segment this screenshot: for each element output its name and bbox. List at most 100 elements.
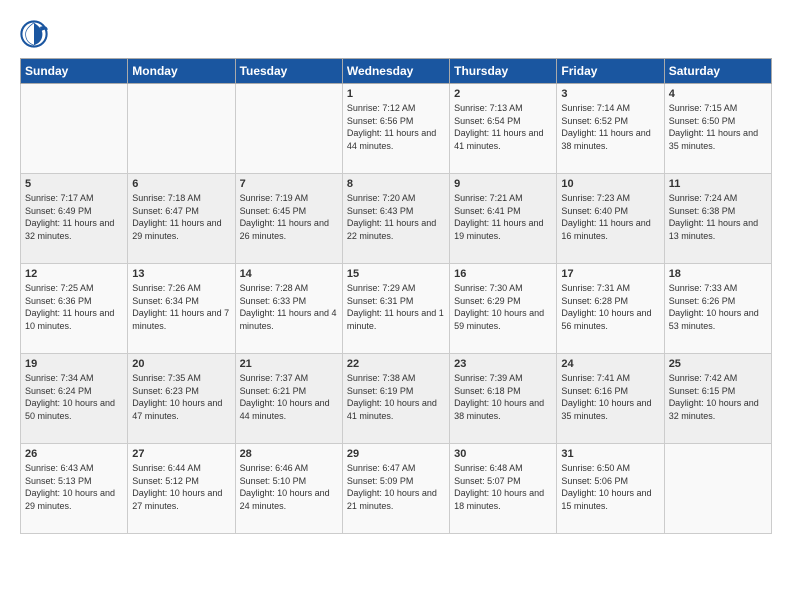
calendar-day-cell: 20 Sunrise: 7:35 AM Sunset: 6:23 PM Dayli… <box>128 354 235 444</box>
calendar-day-cell: 15Sunrise: 7:29 AM Sunset: 6:31 PM Dayli… <box>342 264 449 354</box>
calendar-day-cell: 17 Sunrise: 7:31 AM Sunset: 6:28 PM Dayli… <box>557 264 664 354</box>
calendar-week-row: 12 Sunrise: 7:25 AM Sunset: 6:36 PM Dayli… <box>21 264 772 354</box>
day-info: Sunrise: 7:42 AM Sunset: 6:15 PM Dayligh… <box>669 372 767 422</box>
calendar-day-cell: 23 Sunrise: 7:39 AM Sunset: 6:18 PM Dayli… <box>450 354 557 444</box>
day-number: 6 <box>132 178 230 190</box>
page-header <box>20 20 772 48</box>
day-number: 28 <box>240 448 338 460</box>
day-info: Sunrise: 6:48 AM Sunset: 5:07 PM Dayligh… <box>454 462 552 512</box>
day-number: 19 <box>25 358 123 370</box>
day-info: Sunrise: 6:44 AM Sunset: 5:12 PM Dayligh… <box>132 462 230 512</box>
calendar-week-row: 26Sunrise: 6:43 AM Sunset: 5:13 PM Dayli… <box>21 444 772 534</box>
calendar-day-cell: 18 Sunrise: 7:33 AM Sunset: 6:26 PM Dayli… <box>664 264 771 354</box>
day-number: 10 <box>561 178 659 190</box>
day-info: Sunrise: 7:37 AM Sunset: 6:21 PM Dayligh… <box>240 372 338 422</box>
calendar-day-cell: 31 Sunrise: 6:50 AM Sunset: 5:06 PM Dayli… <box>557 444 664 534</box>
day-info: Sunrise: 7:13 AM Sunset: 6:54 PM Dayligh… <box>454 102 552 152</box>
day-info: Sunrise: 7:23 AM Sunset: 6:40 PM Dayligh… <box>561 192 659 242</box>
calendar-day-cell: 26Sunrise: 6:43 AM Sunset: 5:13 PM Dayli… <box>21 444 128 534</box>
day-number: 27 <box>132 448 230 460</box>
calendar-day-cell: 24 Sunrise: 7:41 AM Sunset: 6:16 PM Dayli… <box>557 354 664 444</box>
day-number: 20 <box>132 358 230 370</box>
day-info: Sunrise: 7:28 AM Sunset: 6:33 PM Dayligh… <box>240 282 338 332</box>
calendar-day-cell <box>21 84 128 174</box>
calendar-day-cell: 6 Sunrise: 7:18 AM Sunset: 6:47 PM Daylig… <box>128 174 235 264</box>
logo <box>20 20 52 48</box>
calendar-day-cell: 28 Sunrise: 6:46 AM Sunset: 5:10 PM Dayli… <box>235 444 342 534</box>
day-number: 16 <box>454 268 552 280</box>
day-info: Sunrise: 7:30 AM Sunset: 6:29 PM Dayligh… <box>454 282 552 332</box>
day-info: Sunrise: 6:46 AM Sunset: 5:10 PM Dayligh… <box>240 462 338 512</box>
calendar-day-cell: 22 Sunrise: 7:38 AM Sunset: 6:19 PM Dayli… <box>342 354 449 444</box>
calendar-day-cell <box>128 84 235 174</box>
day-info: Sunrise: 7:35 AM Sunset: 6:23 PM Dayligh… <box>132 372 230 422</box>
day-number: 17 <box>561 268 659 280</box>
day-number: 24 <box>561 358 659 370</box>
calendar-day-cell: 10 Sunrise: 7:23 AM Sunset: 6:40 PM Dayli… <box>557 174 664 264</box>
calendar-table: SundayMondayTuesdayWednesdayThursdayFrid… <box>20 58 772 534</box>
day-number: 7 <box>240 178 338 190</box>
day-number: 18 <box>669 268 767 280</box>
day-info: Sunrise: 7:20 AM Sunset: 6:43 PM Dayligh… <box>347 192 445 242</box>
day-number: 22 <box>347 358 445 370</box>
calendar-day-cell: 7 Sunrise: 7:19 AM Sunset: 6:45 PM Daylig… <box>235 174 342 264</box>
day-number: 14 <box>240 268 338 280</box>
calendar-day-cell <box>235 84 342 174</box>
day-number: 5 <box>25 178 123 190</box>
calendar-week-row: 19 Sunrise: 7:34 AM Sunset: 6:24 PM Dayli… <box>21 354 772 444</box>
calendar-day-cell: 30 Sunrise: 6:48 AM Sunset: 5:07 PM Dayli… <box>450 444 557 534</box>
calendar-day-cell: 2 Sunrise: 7:13 AM Sunset: 6:54 PM Daylig… <box>450 84 557 174</box>
day-number: 12 <box>25 268 123 280</box>
day-info: Sunrise: 7:41 AM Sunset: 6:16 PM Dayligh… <box>561 372 659 422</box>
day-number: 25 <box>669 358 767 370</box>
calendar-day-cell: 3Sunrise: 7:14 AM Sunset: 6:52 PM Daylig… <box>557 84 664 174</box>
calendar-week-row: 1 Sunrise: 7:12 AM Sunset: 6:56 PM Daylig… <box>21 84 772 174</box>
calendar-day-cell: 29Sunrise: 6:47 AM Sunset: 5:09 PM Dayli… <box>342 444 449 534</box>
calendar-day-cell: 4 Sunrise: 7:15 AM Sunset: 6:50 PM Daylig… <box>664 84 771 174</box>
day-number: 13 <box>132 268 230 280</box>
weekday-header: Saturday <box>664 59 771 84</box>
calendar-week-row: 5 Sunrise: 7:17 AM Sunset: 6:49 PM Daylig… <box>21 174 772 264</box>
day-number: 1 <box>347 88 445 100</box>
day-number: 8 <box>347 178 445 190</box>
weekday-header: Monday <box>128 59 235 84</box>
day-number: 31 <box>561 448 659 460</box>
day-info: Sunrise: 7:19 AM Sunset: 6:45 PM Dayligh… <box>240 192 338 242</box>
day-info: Sunrise: 7:25 AM Sunset: 6:36 PM Dayligh… <box>25 282 123 332</box>
logo-icon <box>20 20 48 48</box>
day-info: Sunrise: 7:39 AM Sunset: 6:18 PM Dayligh… <box>454 372 552 422</box>
day-number: 23 <box>454 358 552 370</box>
calendar-day-cell: 13 Sunrise: 7:26 AM Sunset: 6:34 PM Dayli… <box>128 264 235 354</box>
day-info: Sunrise: 7:15 AM Sunset: 6:50 PM Dayligh… <box>669 102 767 152</box>
day-number: 4 <box>669 88 767 100</box>
day-number: 3 <box>561 88 659 100</box>
day-info: Sunrise: 7:12 AM Sunset: 6:56 PM Dayligh… <box>347 102 445 152</box>
weekday-header: Friday <box>557 59 664 84</box>
calendar-day-cell: 8 Sunrise: 7:20 AM Sunset: 6:43 PM Daylig… <box>342 174 449 264</box>
day-number: 30 <box>454 448 552 460</box>
day-info: Sunrise: 7:26 AM Sunset: 6:34 PM Dayligh… <box>132 282 230 332</box>
calendar-day-cell: 16 Sunrise: 7:30 AM Sunset: 6:29 PM Dayli… <box>450 264 557 354</box>
weekday-header: Thursday <box>450 59 557 84</box>
day-info: Sunrise: 7:34 AM Sunset: 6:24 PM Dayligh… <box>25 372 123 422</box>
calendar-day-cell: 12 Sunrise: 7:25 AM Sunset: 6:36 PM Dayli… <box>21 264 128 354</box>
day-info: Sunrise: 6:50 AM Sunset: 5:06 PM Dayligh… <box>561 462 659 512</box>
day-info: Sunrise: 7:31 AM Sunset: 6:28 PM Dayligh… <box>561 282 659 332</box>
day-info: Sunrise: 7:33 AM Sunset: 6:26 PM Dayligh… <box>669 282 767 332</box>
day-info: Sunrise: 6:43 AM Sunset: 5:13 PM Dayligh… <box>25 462 123 512</box>
day-info: Sunrise: 7:38 AM Sunset: 6:19 PM Dayligh… <box>347 372 445 422</box>
day-info: Sunrise: 7:17 AM Sunset: 6:49 PM Dayligh… <box>25 192 123 242</box>
calendar-day-cell: 21Sunrise: 7:37 AM Sunset: 6:21 PM Dayli… <box>235 354 342 444</box>
calendar-day-cell: 9Sunrise: 7:21 AM Sunset: 6:41 PM Daylig… <box>450 174 557 264</box>
weekday-header: Tuesday <box>235 59 342 84</box>
calendar-day-cell: 19 Sunrise: 7:34 AM Sunset: 6:24 PM Dayli… <box>21 354 128 444</box>
calendar-day-cell: 25 Sunrise: 7:42 AM Sunset: 6:15 PM Dayli… <box>664 354 771 444</box>
day-number: 11 <box>669 178 767 190</box>
calendar-day-cell: 1 Sunrise: 7:12 AM Sunset: 6:56 PM Daylig… <box>342 84 449 174</box>
calendar-day-cell: 14 Sunrise: 7:28 AM Sunset: 6:33 PM Dayli… <box>235 264 342 354</box>
day-number: 29 <box>347 448 445 460</box>
day-number: 2 <box>454 88 552 100</box>
weekday-header: Sunday <box>21 59 128 84</box>
day-info: Sunrise: 7:18 AM Sunset: 6:47 PM Dayligh… <box>132 192 230 242</box>
weekday-header: Wednesday <box>342 59 449 84</box>
